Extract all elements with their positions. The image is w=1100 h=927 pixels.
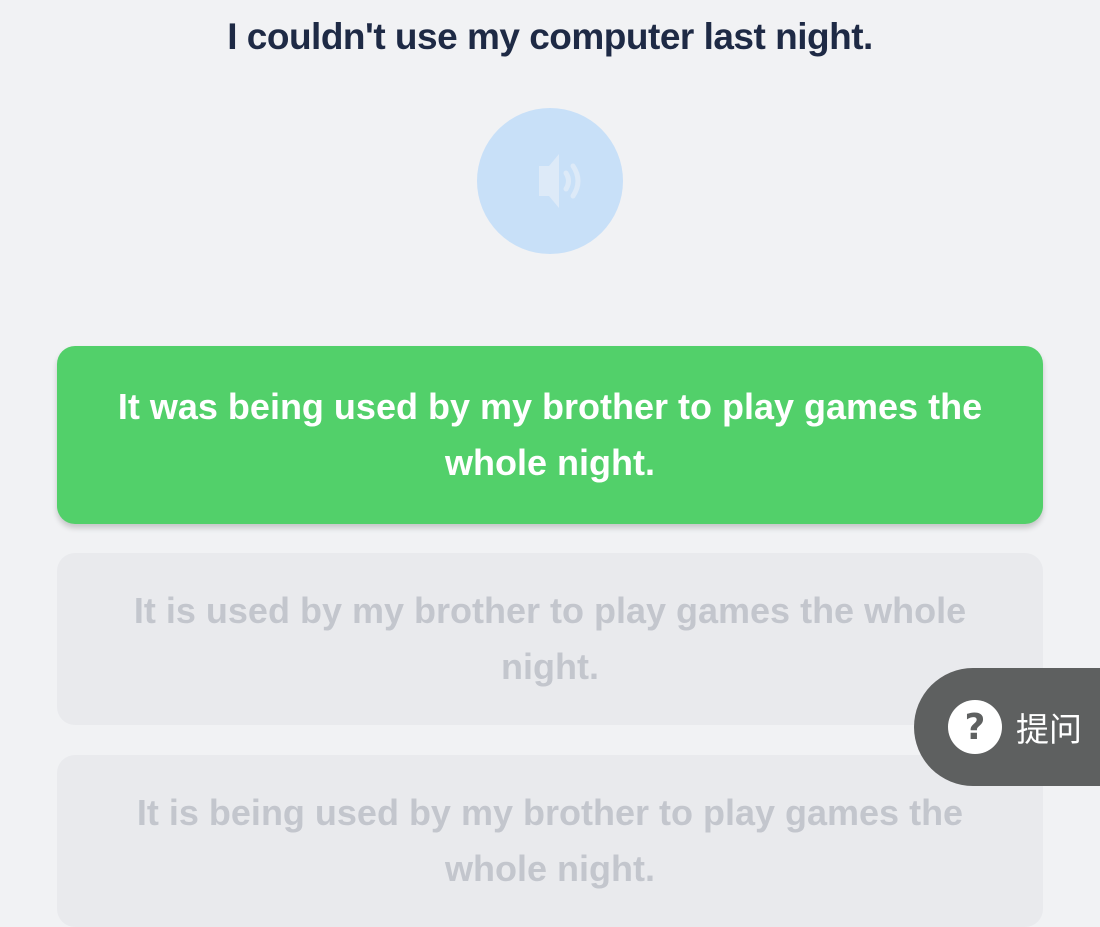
- answer-option-text: It is being used by my brother to play g…: [136, 792, 964, 889]
- answer-option-text: It is used by my brother to play games t…: [133, 590, 967, 687]
- hint-button[interactable]: ? 提问: [914, 668, 1100, 786]
- question-mark-icon: ?: [948, 700, 1002, 754]
- question-text: I couldn't use my computer last night.: [227, 16, 873, 57]
- answer-option-text: It was being used by my brother to play …: [117, 386, 983, 483]
- play-audio-button[interactable]: [477, 108, 623, 254]
- hint-label: 提问: [1016, 710, 1082, 749]
- answer-option-3[interactable]: It is being used by my brother to play g…: [57, 755, 1043, 927]
- speaker-icon: [539, 154, 581, 208]
- answer-option-2[interactable]: It is used by my brother to play games t…: [57, 553, 1043, 725]
- answer-option-1[interactable]: It was being used by my brother to play …: [57, 346, 1043, 524]
